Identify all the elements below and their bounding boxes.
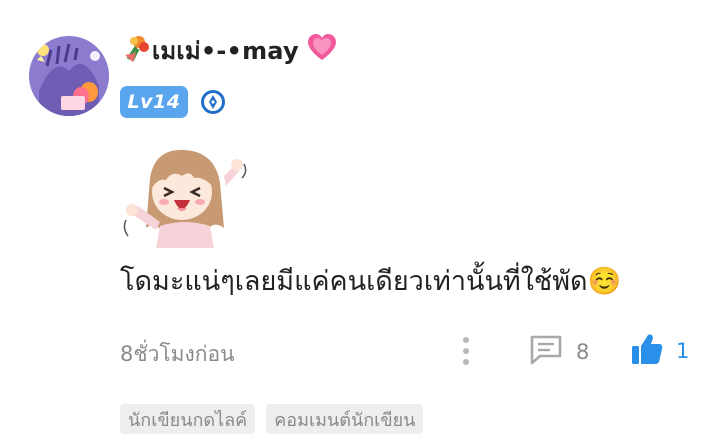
avatar-image bbox=[29, 36, 109, 116]
like-button[interactable]: 1 bbox=[630, 332, 689, 370]
comment-bubble-icon bbox=[528, 334, 564, 370]
tag-writer-liked: นักเขียนกดไลค์ bbox=[120, 404, 256, 434]
tag-writer-comment: คอมเมนต์นักเขียน bbox=[266, 404, 424, 434]
like-count: 1 bbox=[676, 339, 690, 363]
timestamp: 8ชั่วโมงก่อน bbox=[120, 342, 235, 366]
avatar[interactable] bbox=[29, 36, 109, 116]
username[interactable]: เมเม่•-•may bbox=[152, 31, 299, 70]
comment-tags: นักเขียนกดไลค์ คอมเมนต์นักเขียน bbox=[120, 404, 434, 434]
pen-nib-badge-icon bbox=[200, 89, 226, 115]
reply-button[interactable]: 8 bbox=[528, 334, 589, 370]
more-options-button[interactable] bbox=[456, 335, 476, 367]
reply-count: 8 bbox=[576, 340, 590, 364]
comment-text: โดมะแน่ๆเลยมีแค่คนเดียวเท่านั้นที่ใช้พัด… bbox=[120, 266, 622, 297]
bouquet-emoji-icon bbox=[122, 33, 152, 67]
growing-heart-emoji-icon bbox=[307, 34, 337, 66]
thumbs-up-icon bbox=[630, 332, 664, 370]
vertical-dots-icon bbox=[463, 337, 469, 365]
username-row: เมเม่•-•may bbox=[122, 30, 337, 70]
user-badges: Lv14 bbox=[120, 86, 226, 118]
level-badge: Lv14 bbox=[120, 86, 188, 118]
excited-girl-sticker bbox=[120, 148, 250, 248]
